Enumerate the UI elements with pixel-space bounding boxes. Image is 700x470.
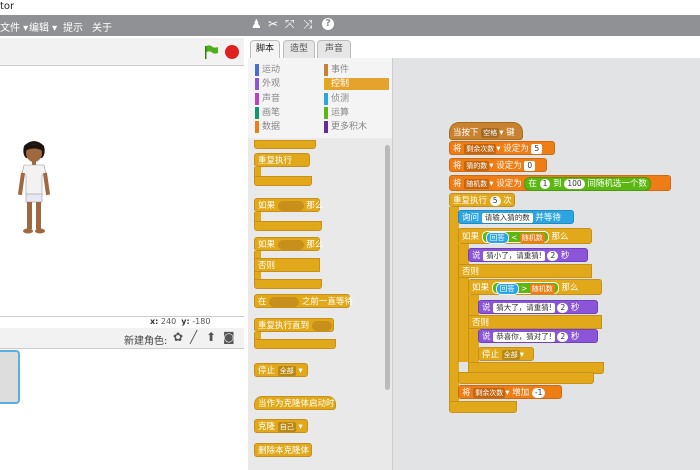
category-motion[interactable]: 运动 — [255, 64, 320, 76]
window-title: tor — [0, 1, 15, 12]
palette-block-else: 否则 — [254, 258, 320, 272]
if1-foot — [458, 372, 594, 384]
palette-block-delete-clone[interactable]: 删除本克隆体 — [254, 443, 312, 457]
help-icon[interactable]: ? — [322, 18, 334, 30]
x-label: x: — [150, 317, 159, 326]
cut-icon[interactable]: ✂ — [268, 17, 278, 31]
script-else-2: 否则 — [468, 315, 602, 329]
stamp-icon[interactable]: ♟ — [251, 17, 262, 31]
sprite-thumbnail[interactable] — [0, 350, 20, 404]
upload-sprite-icon[interactable]: ⬆ — [206, 330, 216, 344]
script-set-remaining[interactable]: 将 剩余次数 ▾ 设定为 5 — [449, 141, 555, 155]
script-set-random[interactable]: 将 随机数 ▾ 设定为 在 1 到 100 间随机选一个数 — [449, 175, 671, 191]
palette-block-create-clone[interactable]: 克隆 自己 ▾ — [254, 419, 308, 433]
script-say-too-small[interactable]: 说 猜小了，请重猜! 2 秒 — [468, 248, 588, 262]
shrink-icon[interactable]: ⤨ — [303, 17, 313, 32]
palette-block-forever[interactable]: 重复执行 — [254, 153, 310, 167]
script-stop-all[interactable]: 停止 全部 ▾ — [478, 347, 534, 361]
sprite-pane — [0, 349, 244, 470]
menu-edit[interactable]: 编辑 ▾ — [29, 19, 57, 34]
repeat-c-foot — [449, 401, 517, 413]
x-value: 240 — [160, 317, 177, 326]
palette-block-top-fragment[interactable] — [254, 140, 316, 149]
new-sprite-label: 新建角色: — [124, 336, 168, 347]
category-more-blocks[interactable]: 更多积木 — [324, 121, 389, 133]
palette-block-repeat-until[interactable]: 重复执行直到 — [254, 318, 334, 332]
menu-tips[interactable]: 提示 — [63, 19, 83, 34]
draw-sprite-icon[interactable]: ╱ — [190, 330, 197, 344]
script-repeat[interactable]: 重复执行 5 次 — [449, 193, 515, 207]
script-say-correct[interactable]: 说 恭喜你，猜对了! 2 秒 — [478, 329, 598, 343]
palette-block-when-clone-starts[interactable]: 当作为克隆体启动时 — [254, 396, 336, 410]
palette-scrollbar[interactable] — [385, 145, 390, 390]
script-set-guess[interactable]: 将 猜的数 ▾ 设定为 0 — [449, 158, 547, 172]
window-titlebar: tor — [0, 0, 700, 15]
script-if-greater[interactable]: 如果 回答 > 随机数 那么 — [468, 279, 602, 295]
y-value: -180 — [192, 317, 211, 326]
menubar: 文件 ▾ 编辑 ▾ 提示 关于 ♟ ✂ ⤧ ⤨ ? — [0, 15, 700, 36]
script-if-less[interactable]: 如果 回答 < 随机数 那么 — [458, 228, 592, 244]
pick-random-reporter: 在 1 到 100 间随机选一个数 — [524, 177, 651, 191]
category-looks[interactable]: 外观 — [255, 78, 320, 90]
stage-canvas[interactable] — [0, 66, 244, 317]
script-else-1: 否则 — [458, 264, 592, 278]
grow-icon[interactable]: ⤧ — [285, 17, 295, 32]
palette-block-if-then[interactable]: 如果 那么 — [254, 198, 323, 212]
less-than-reporter: 回答 < 随机数 — [481, 230, 549, 244]
palette-block-if-else[interactable]: 如果 那么 — [254, 237, 323, 251]
category-operators[interactable]: 运算 — [324, 107, 389, 119]
category-sound[interactable]: 声音 — [255, 93, 320, 105]
category-control[interactable]: 控制 — [324, 78, 389, 90]
palette-block-wait-until[interactable]: 在 之前一直等待 — [254, 294, 353, 308]
tab-sounds[interactable]: 声音 — [317, 40, 351, 58]
stop-button[interactable] — [225, 45, 239, 59]
sprite-avatar-character[interactable] — [16, 138, 52, 238]
category-events[interactable]: 事件 — [324, 64, 389, 76]
tab-scripts[interactable]: 脚本 — [250, 40, 280, 58]
tab-costumes[interactable]: 造型 — [283, 40, 315, 58]
script-say-too-big[interactable]: 说 猜大了，请重猜! 2 秒 — [478, 300, 598, 314]
y-label: y: — [181, 317, 190, 326]
mouse-coordinates: x: 240 y: -180 — [150, 317, 210, 326]
menu-file[interactable]: 文件 ▾ — [0, 19, 28, 34]
script-change-remaining[interactable]: 将 剩余次数 ▾ 增加 -1 — [458, 385, 562, 399]
category-sensing[interactable]: 侦测 — [324, 93, 389, 105]
category-data[interactable]: 数据 — [255, 121, 320, 133]
menu-about[interactable]: 关于 — [92, 19, 112, 34]
green-flag-icon[interactable] — [203, 45, 219, 59]
category-pen[interactable]: 画笔 — [255, 107, 320, 119]
palette-block-stop[interactable]: 停止 全部 ▾ — [254, 363, 308, 377]
camera-icon[interactable]: ◙ — [223, 330, 235, 344]
script-hat-key-pressed[interactable]: 当按下 空格 ▾ 键 — [449, 122, 523, 140]
script-ask[interactable]: 询问 请输入猜的数 并等待 — [458, 210, 574, 224]
paint-sprite-icon[interactable]: ✿ — [173, 330, 183, 344]
greater-than-reporter: 回答 > 随机数 — [491, 281, 559, 295]
